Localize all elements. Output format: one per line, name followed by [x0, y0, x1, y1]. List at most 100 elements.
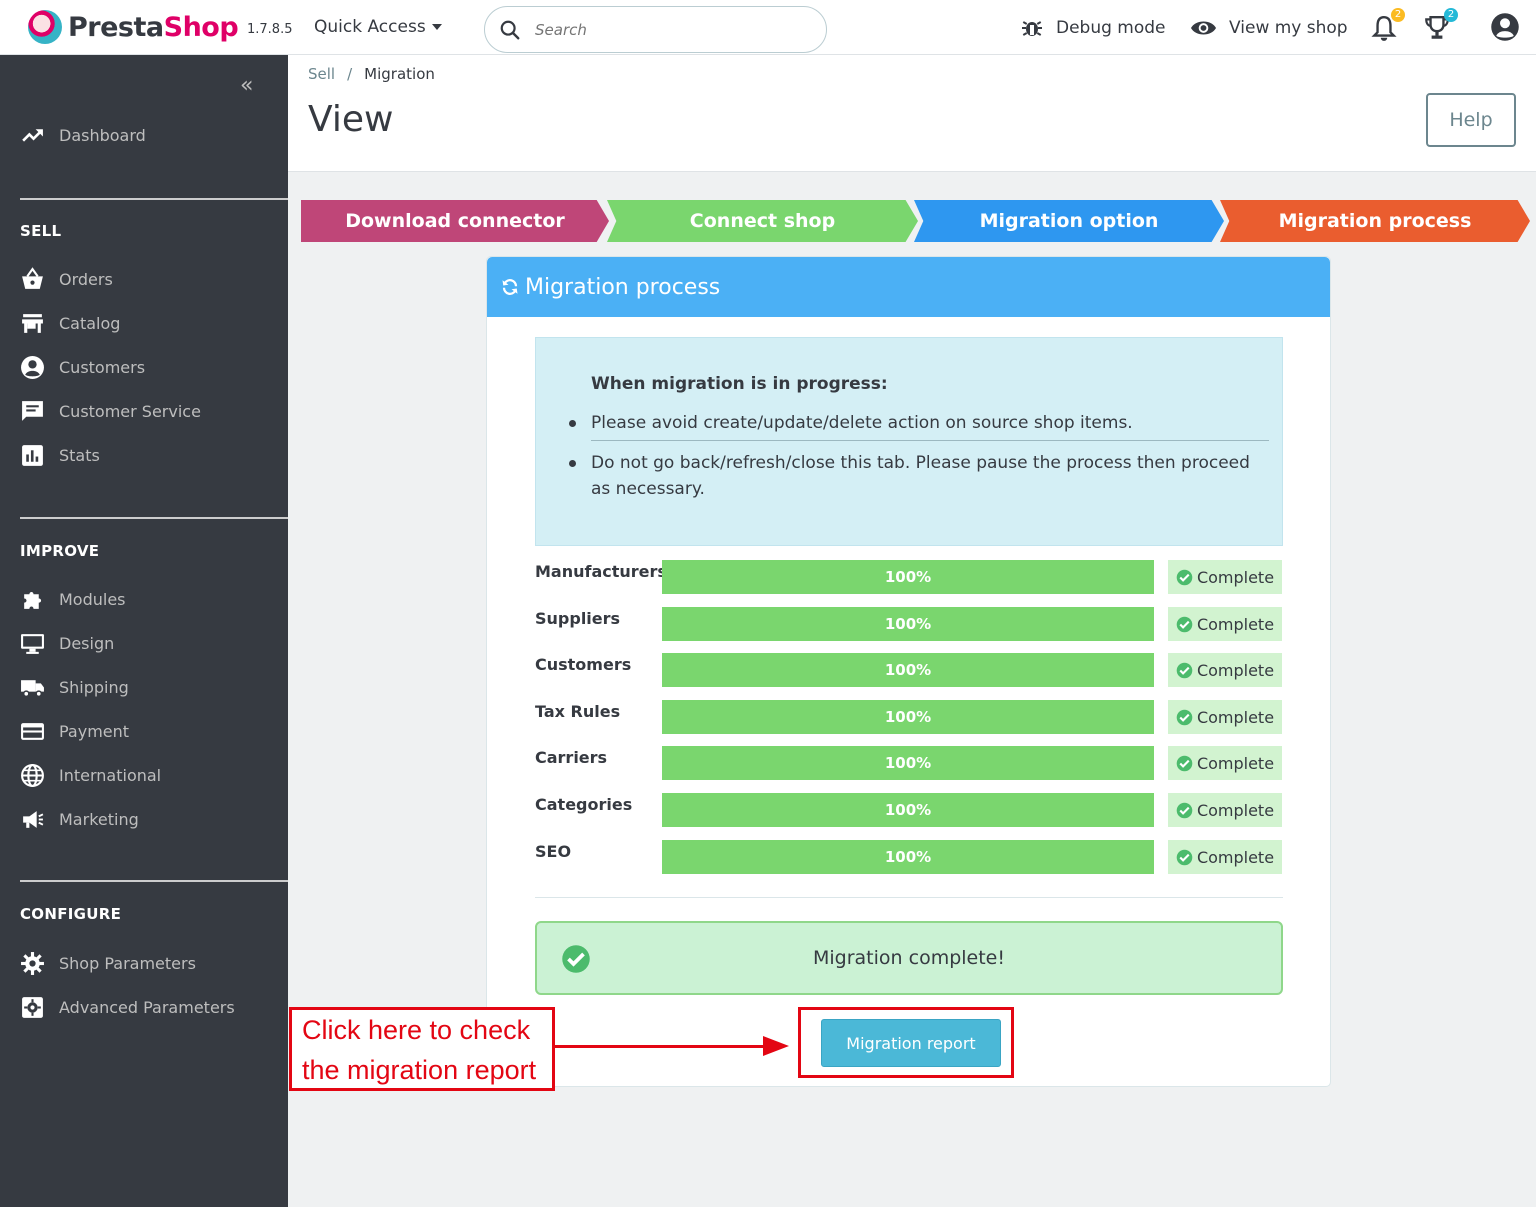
progress-label: Customers — [535, 655, 632, 674]
status-badge: Complete — [1168, 607, 1282, 641]
breadcrumb-parent-link[interactable]: Sell — [308, 65, 335, 83]
view-shop-link[interactable]: View my shop — [1190, 16, 1348, 40]
sidebar-item-label: Design — [59, 633, 115, 653]
step-download-connector[interactable]: Download connector — [301, 200, 609, 242]
breadcrumb-current: Migration — [364, 65, 435, 83]
prestashop-logo[interactable]: PrestaShop — [28, 10, 239, 44]
sidebar-item-label: Modules — [59, 589, 126, 609]
sidebar-item-orders[interactable]: Orders — [20, 266, 113, 292]
trophy-button[interactable]: 2 — [1424, 8, 1458, 42]
sidebar-item-label: Stats — [59, 445, 100, 465]
progress-bar: 100% — [662, 607, 1154, 641]
sidebar-item-international[interactable]: International — [20, 762, 161, 788]
sidebar-item-dashboard[interactable]: Dashboard — [20, 122, 146, 148]
progress-label: Categories — [535, 795, 633, 814]
account-circle-icon — [21, 355, 44, 379]
annotation-line: Click here to check — [302, 1015, 531, 1045]
sidebar-item-shipping[interactable]: Shipping — [20, 674, 129, 700]
status-badge: Complete — [1168, 560, 1282, 594]
progress-row: Tax Rules 100% Complete — [535, 700, 1283, 734]
help-button[interactable]: Help — [1426, 93, 1516, 147]
progress-label: SEO — [535, 842, 572, 861]
status-text: Complete — [1196, 707, 1275, 727]
info-item: Please avoid create/update/delete action… — [569, 410, 1271, 436]
sidebar-item-customer-service[interactable]: Customer Service — [20, 398, 201, 424]
sidebar-item-design[interactable]: Design — [20, 630, 114, 656]
migration-panel: Migration process When migration is in p… — [486, 256, 1331, 1087]
annotation-arrow-line — [555, 1045, 765, 1048]
basket-icon — [22, 266, 43, 289]
progress-bar: 100% — [662, 793, 1154, 827]
breadcrumb: Sell / Migration — [308, 65, 435, 83]
status-badge: Complete — [1168, 653, 1282, 687]
debug-mode-label: Debug mode — [1056, 18, 1166, 38]
success-message: Migration complete! — [813, 947, 1005, 969]
check-circle-icon — [1176, 849, 1193, 865]
sidebar-section-sell: SELL — [20, 222, 62, 240]
chat-icon — [22, 400, 43, 421]
check-circle-icon — [1176, 569, 1193, 585]
collapse-sidebar-icon[interactable]: « — [240, 73, 253, 98]
page-title: View — [308, 99, 394, 140]
progress-bar: 100% — [662, 653, 1154, 687]
sidebar-item-payment[interactable]: Payment — [20, 718, 129, 744]
migration-report-button[interactable]: Migration report — [821, 1019, 1001, 1067]
trophy-badge: 2 — [1444, 8, 1458, 22]
check-circle-icon — [1176, 662, 1193, 678]
info-title: When migration is in progress: — [591, 374, 888, 394]
progress-label: Carriers — [535, 748, 608, 767]
progress-label: Manufacturers — [535, 562, 667, 581]
status-text: Complete — [1196, 753, 1275, 773]
sidebar-item-shop-parameters[interactable]: Shop Parameters — [20, 950, 196, 976]
user-account-icon — [1491, 13, 1519, 41]
search-box[interactable] — [484, 6, 827, 53]
sidebar-item-label: Customer Service — [59, 401, 201, 421]
progress-row: Customers 100% Complete — [535, 653, 1283, 687]
sidebar-item-label: Advanced Parameters — [59, 997, 235, 1017]
sidebar: « Dashboard SELL Orders Catalog Customer… — [0, 55, 288, 1207]
success-alert: Migration complete! — [535, 921, 1283, 995]
report-highlight-box: Migration report — [798, 1007, 1014, 1078]
bug-icon — [1022, 21, 1042, 36]
step-connect-shop[interactable]: Connect shop — [607, 200, 918, 242]
sidebar-item-modules[interactable]: Modules — [20, 586, 126, 612]
logo-text: Presta — [68, 11, 164, 43]
sidebar-item-label: Shipping — [59, 677, 129, 697]
sidebar-item-label: Shop Parameters — [59, 953, 196, 973]
sidebar-item-label: Marketing — [59, 809, 139, 829]
notifications-button[interactable]: 2 — [1371, 8, 1405, 42]
debug-mode-link[interactable]: Debug mode — [1020, 16, 1166, 40]
account-button[interactable] — [1490, 12, 1519, 41]
puzzle-icon — [24, 591, 42, 609]
progress-bar: 100% — [662, 700, 1154, 734]
sidebar-item-stats[interactable]: Stats — [20, 442, 100, 468]
view-shop-label: View my shop — [1229, 18, 1348, 38]
status-text: Complete — [1196, 800, 1275, 820]
sidebar-section-improve: IMPROVE — [20, 542, 100, 560]
search-icon — [500, 20, 520, 39]
sidebar-item-label: Dashboard — [59, 125, 146, 145]
progress-bar: 100% — [662, 840, 1154, 874]
logo-text-shop: Shop — [163, 11, 239, 43]
progress-bar: 100% — [662, 746, 1154, 780]
step-migration-option[interactable]: Migration option — [914, 200, 1224, 242]
breadcrumb-separator: / — [347, 65, 353, 83]
quick-access-dropdown[interactable]: Quick Access — [314, 17, 442, 37]
check-circle-icon — [1176, 616, 1193, 632]
status-text: Complete — [1196, 660, 1275, 680]
trending-up-icon — [22, 128, 43, 142]
sidebar-item-label: Orders — [59, 269, 113, 289]
credit-card-icon — [21, 722, 44, 740]
sidebar-item-marketing[interactable]: Marketing — [20, 806, 139, 832]
panel-title: Migration process — [525, 274, 721, 300]
sidebar-item-customers[interactable]: Customers — [20, 354, 145, 380]
search-input[interactable] — [535, 20, 795, 39]
sidebar-item-advanced-parameters[interactable]: Advanced Parameters — [20, 994, 235, 1020]
step-migration-process[interactable]: Migration process — [1220, 200, 1530, 242]
sidebar-item-catalog[interactable]: Catalog — [20, 310, 120, 336]
top-bar: PrestaShop 1.7.8.5 Quick Access Debug mo… — [0, 0, 1536, 55]
annotation-callout: Click here to check the migration report — [289, 1007, 555, 1091]
annotation-arrow-head-icon — [763, 1036, 789, 1056]
status-text: Complete — [1196, 614, 1275, 634]
progress-label: Suppliers — [535, 609, 621, 628]
